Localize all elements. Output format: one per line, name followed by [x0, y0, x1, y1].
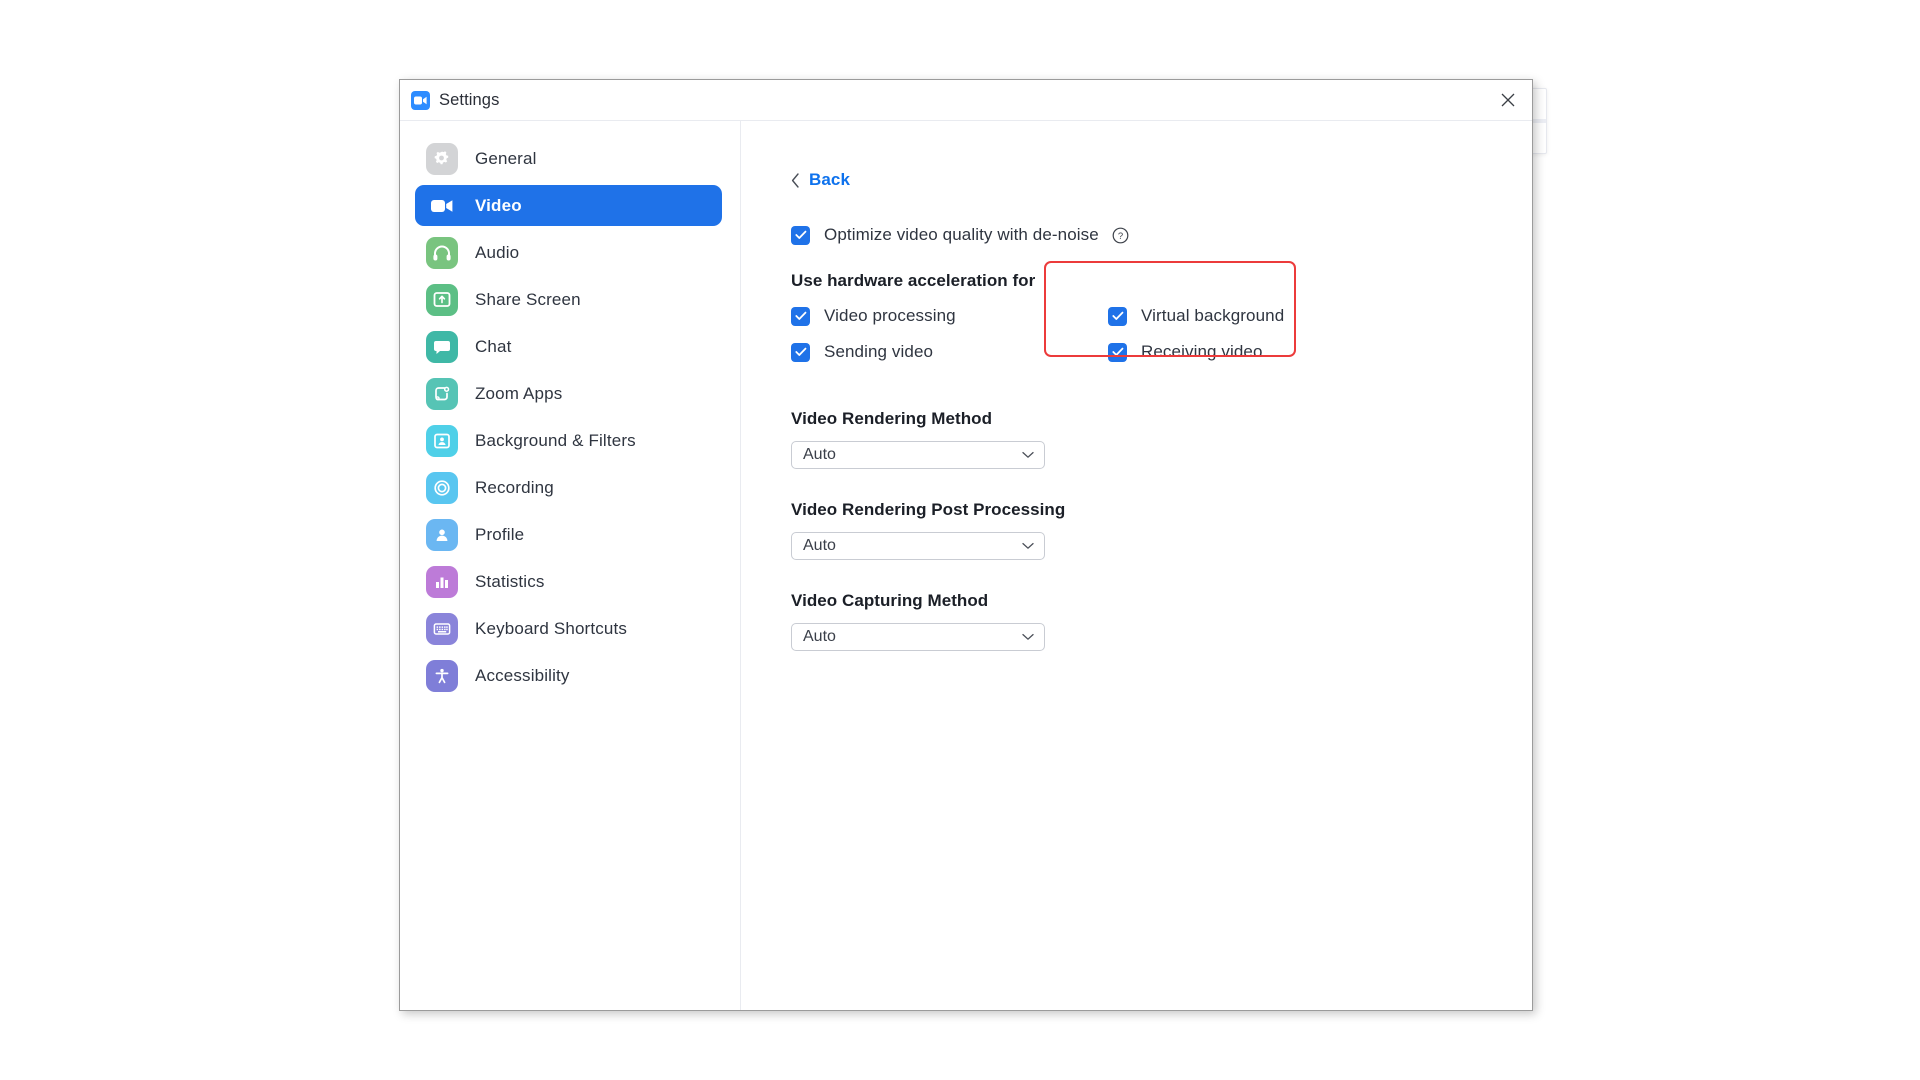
chevron-down-icon: [1022, 628, 1034, 646]
sidebar-item-label: Share Screen: [475, 289, 581, 309]
hardware-acceleration-section: Use hardware acceleration for Video proc…: [791, 261, 1532, 378]
close-icon[interactable]: [1484, 80, 1532, 120]
accessibility-icon: [426, 659, 458, 692]
video-capturing-method-group: Video Capturing Method Auto: [791, 591, 1532, 651]
video-rendering-post-processing-dropdown[interactable]: Auto: [791, 532, 1045, 560]
sidebar-item-chat[interactable]: Chat: [415, 326, 722, 367]
chat-bubble-icon: [426, 330, 458, 363]
hardware-options-right: Virtual background Receiving video: [1074, 306, 1284, 378]
video-rendering-post-processing-value: Auto: [803, 537, 836, 554]
screen: Settings General Video Audio Share Scree…: [0, 0, 1920, 1080]
question-mark-circle-icon[interactable]: ?: [1112, 227, 1129, 244]
sidebar-item-share-screen[interactable]: Share Screen: [415, 279, 722, 320]
receiving-video-label: Receiving video: [1141, 342, 1263, 361]
sidebar-item-label: Recording: [475, 477, 554, 497]
dialog-body: General Video Audio Share Screen Chat Zo…: [400, 121, 1532, 1010]
sending-video-checkbox[interactable]: [791, 342, 810, 362]
record-circle-icon: [426, 471, 458, 504]
chevron-down-icon: [1022, 446, 1034, 464]
video-rendering-method-label: Video Rendering Method: [791, 409, 993, 428]
back-label: Back: [809, 170, 851, 189]
sidebar-item-label: General: [475, 148, 537, 168]
sidebar-item-recording[interactable]: Recording: [415, 467, 722, 508]
video-rendering-post-processing-group: Video Rendering Post Processing Auto: [791, 500, 1532, 560]
sidebar-item-accessibility[interactable]: Accessibility: [415, 655, 722, 696]
sending-video-row: Sending video: [791, 342, 1074, 362]
gear-icon: [426, 142, 458, 175]
video-processing-label: Video processing: [824, 306, 956, 325]
video-processing-row: Video processing: [791, 306, 1074, 326]
chevron-down-icon: [1022, 537, 1034, 555]
sidebar-item-statistics[interactable]: Statistics: [415, 561, 722, 602]
optimize-video-quality-row: Optimize video quality with de-noise ?: [791, 225, 1532, 245]
sidebar-item-label: Statistics: [475, 571, 545, 591]
share-screen-icon: [426, 283, 458, 316]
sidebar-item-label: Keyboard Shortcuts: [475, 618, 628, 638]
svg-text:?: ?: [1118, 231, 1123, 242]
sidebar-item-label: Audio: [475, 242, 520, 262]
video-camera-icon: [426, 190, 458, 222]
sidebar-item-label: Chat: [475, 336, 512, 356]
video-rendering-method-value: Auto: [803, 446, 836, 463]
chevron-left-icon: [791, 172, 800, 188]
sidebar-item-general[interactable]: General: [415, 138, 722, 179]
sidebar-item-zoom-apps[interactable]: Zoom Apps: [415, 373, 722, 414]
sidebar-item-audio[interactable]: Audio: [415, 232, 722, 273]
virtual-background-checkbox[interactable]: [1108, 306, 1127, 326]
virtual-background-label: Virtual background: [1141, 306, 1285, 325]
video-rendering-method-group: Video Rendering Method Auto: [791, 409, 1532, 469]
title-bar: Settings: [400, 80, 1532, 121]
window-title: Settings: [439, 90, 500, 109]
headphones-icon: [426, 236, 458, 269]
sidebar-item-profile[interactable]: Profile: [415, 514, 722, 555]
keyboard-icon: [426, 612, 458, 645]
optimize-video-quality-checkbox[interactable]: [791, 225, 810, 245]
sidebar-item-label: Profile: [475, 524, 525, 544]
virtual-background-row: Virtual background: [1108, 306, 1284, 326]
back-button[interactable]: Back: [791, 170, 850, 190]
sidebar-item-label: Zoom Apps: [475, 383, 563, 403]
hardware-options-left: Video processing Sending video: [791, 306, 1074, 378]
video-rendering-post-processing-label: Video Rendering Post Processing: [791, 500, 1066, 519]
zoom-apps-icon: [426, 377, 458, 410]
sidebar-item-label: Background & Filters: [475, 430, 636, 450]
sidebar-item-label: Video: [475, 195, 522, 215]
settings-dialog: Settings General Video Audio Share Scree…: [399, 79, 1533, 1011]
hardware-acceleration-options: Video processing Sending video Virtual b…: [791, 306, 1532, 378]
video-capturing-method-value: Auto: [803, 628, 836, 645]
video-capturing-method-dropdown[interactable]: Auto: [791, 623, 1045, 651]
receiving-video-row: Receiving video: [1108, 342, 1284, 362]
video-capturing-method-label: Video Capturing Method: [791, 591, 989, 610]
sending-video-label: Sending video: [824, 342, 934, 361]
settings-content: Back Optimize video quality with de-nois…: [741, 121, 1532, 1010]
sidebar-item-background-filters[interactable]: Background & Filters: [415, 420, 722, 461]
sidebar-item-label: Accessibility: [475, 665, 570, 685]
receiving-video-checkbox[interactable]: [1108, 342, 1127, 362]
video-rendering-method-dropdown[interactable]: Auto: [791, 441, 1045, 469]
zoom-camera-icon: [411, 90, 430, 110]
optimize-video-quality-label: Optimize video quality with de-noise: [824, 225, 1099, 244]
sidebar-item-keyboard-shortcuts[interactable]: Keyboard Shortcuts: [415, 608, 722, 649]
person-icon: [426, 518, 458, 551]
bar-chart-icon: [426, 565, 458, 598]
person-frame-icon: [426, 424, 458, 457]
sidebar-item-video[interactable]: Video: [415, 185, 722, 226]
settings-sidebar: General Video Audio Share Screen Chat Zo…: [400, 121, 741, 1010]
video-processing-checkbox[interactable]: [791, 306, 810, 326]
hardware-acceleration-title: Use hardware acceleration for: [791, 271, 1036, 290]
